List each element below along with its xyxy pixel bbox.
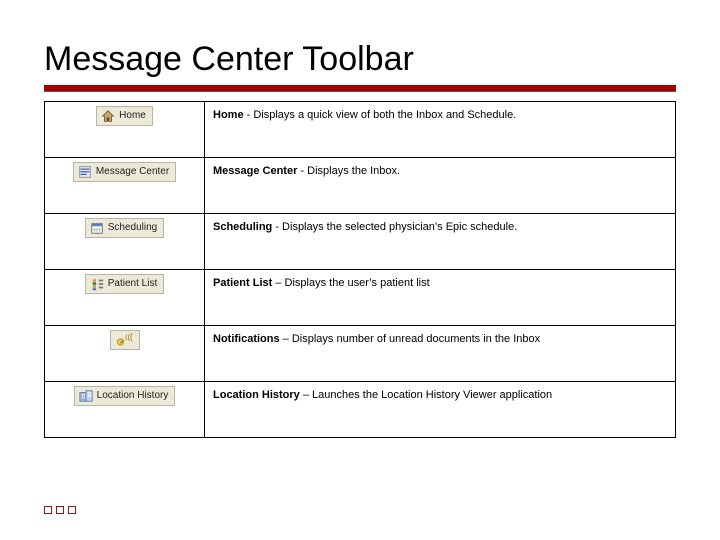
- row-description: Notifications – Displays number of unrea…: [205, 326, 676, 382]
- button-label: Patient List: [108, 279, 157, 289]
- location-history-icon: [79, 389, 93, 403]
- row-description: Message Center - Displays the Inbox.: [205, 158, 676, 214]
- patient-list-button[interactable]: Patient List: [85, 274, 164, 294]
- table-row: Message Center Message Center - Displays…: [45, 158, 676, 214]
- location-history-button[interactable]: Location History: [74, 386, 176, 406]
- home-icon: [101, 109, 115, 123]
- table-row: Home Home - Displays a quick view of bot…: [45, 102, 676, 158]
- table-row: Patient List Patient List – Displays the…: [45, 270, 676, 326]
- message-center-button[interactable]: Message Center: [73, 162, 176, 182]
- home-button[interactable]: Home: [96, 106, 153, 126]
- button-label: Scheduling: [108, 223, 157, 233]
- patient-list-icon: [90, 277, 104, 291]
- notifications-button[interactable]: [110, 330, 140, 350]
- row-description: Scheduling - Displays the selected physi…: [205, 214, 676, 270]
- table-row: Scheduling Scheduling - Displays the sel…: [45, 214, 676, 270]
- scheduling-icon: [90, 221, 104, 235]
- footer-decoration: [44, 506, 76, 514]
- button-label: Location History: [97, 391, 169, 401]
- table-row: Notifications – Displays number of unrea…: [45, 326, 676, 382]
- table-row: Location History Location History – Laun…: [45, 382, 676, 438]
- button-label: Message Center: [96, 167, 169, 177]
- scheduling-button[interactable]: Scheduling: [85, 218, 164, 238]
- row-description: Patient List – Displays the user’s patie…: [205, 270, 676, 326]
- row-description: Home - Displays a quick view of both the…: [205, 102, 676, 158]
- title-underline: [44, 85, 676, 91]
- page-title: Message Center Toolbar: [44, 40, 676, 79]
- toolbar-table: Home Home - Displays a quick view of bot…: [44, 101, 676, 438]
- button-label: Home: [119, 111, 146, 121]
- notifications-icon: [116, 333, 134, 347]
- row-description: Location History – Launches the Location…: [205, 382, 676, 438]
- message-center-icon: [78, 165, 92, 179]
